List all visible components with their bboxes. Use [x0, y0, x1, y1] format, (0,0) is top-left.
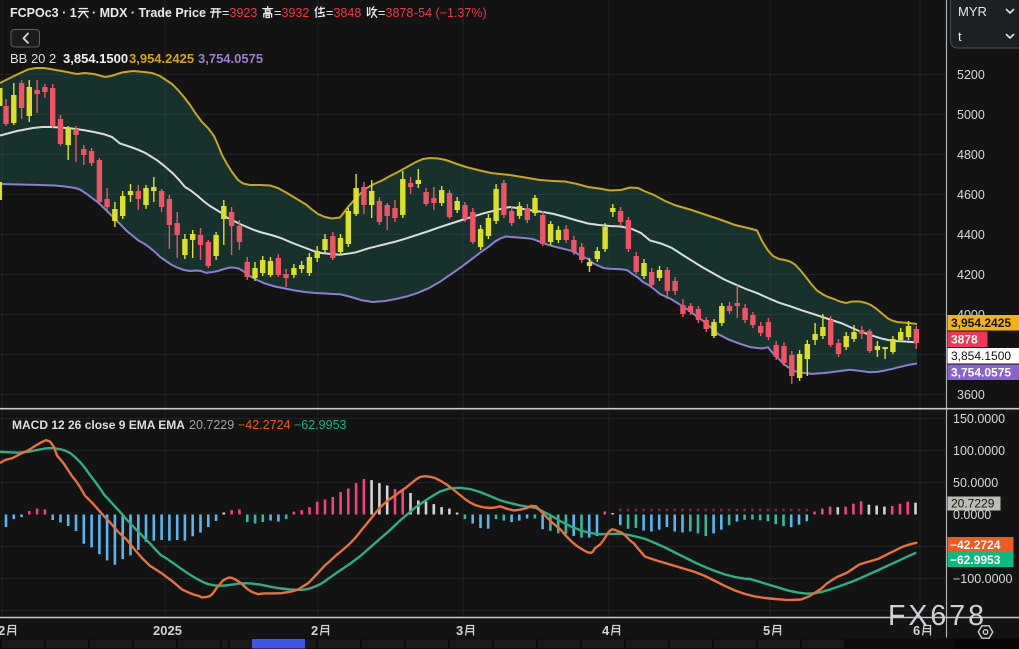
- svg-text:FCPOc3 · 1: FCPOc3 · 1: [10, 6, 77, 20]
- svg-text:150.0000: 150.0000: [953, 412, 1005, 426]
- svg-text:=: =: [222, 6, 229, 20]
- svg-text:4600: 4600: [957, 188, 985, 202]
- svg-text:2: 2: [0, 623, 5, 638]
- svg-text:20.7229: 20.7229: [951, 497, 995, 511]
- svg-text:−42.2724: −42.2724: [238, 418, 291, 432]
- svg-text:20.7229: 20.7229: [189, 418, 234, 432]
- svg-text:3,954.2425: 3,954.2425: [129, 51, 194, 66]
- svg-text:−42.2724: −42.2724: [950, 538, 1001, 552]
- svg-text:FX678: FX678: [888, 600, 987, 632]
- svg-text:3,754.0575: 3,754.0575: [951, 366, 1011, 380]
- svg-text:100.0000: 100.0000: [953, 444, 1005, 458]
- svg-text:3878: 3878: [951, 333, 978, 347]
- svg-text:BB 20 2: BB 20 2: [10, 51, 56, 66]
- svg-text:−100.0000: −100.0000: [953, 572, 1012, 586]
- svg-text:2025: 2025: [153, 623, 182, 638]
- svg-text:-54 (−1.37%): -54 (−1.37%): [414, 6, 487, 20]
- svg-text:3600: 3600: [957, 388, 985, 402]
- svg-text:4400: 4400: [957, 228, 985, 242]
- svg-text:t: t: [958, 29, 962, 44]
- svg-text:−62.9953: −62.9953: [294, 418, 347, 432]
- svg-text:3932: 3932: [282, 6, 310, 20]
- svg-text:=: =: [378, 6, 385, 20]
- svg-text:3,754.0575: 3,754.0575: [198, 51, 263, 66]
- svg-text:MACD 12 26 close 9 EMA EMA: MACD 12 26 close 9 EMA EMA: [12, 418, 185, 432]
- svg-text:3,854.1500: 3,854.1500: [951, 349, 1011, 363]
- svg-text:5: 5: [763, 623, 770, 638]
- svg-text:6: 6: [913, 623, 920, 638]
- svg-text:3: 3: [456, 623, 463, 638]
- svg-text:=: =: [326, 6, 333, 20]
- svg-text:4800: 4800: [957, 148, 985, 162]
- svg-text:3878: 3878: [386, 6, 414, 20]
- svg-text:3,854.1500: 3,854.1500: [63, 51, 128, 66]
- svg-text:3,954.2425: 3,954.2425: [951, 316, 1011, 330]
- svg-text:4: 4: [602, 623, 610, 638]
- svg-text:−62.9953: −62.9953: [950, 553, 1001, 567]
- svg-text:=: =: [274, 6, 281, 20]
- svg-text:3923: 3923: [230, 6, 258, 20]
- svg-text:50.0000: 50.0000: [953, 476, 998, 490]
- svg-text:5000: 5000: [957, 108, 985, 122]
- svg-text:5200: 5200: [957, 68, 985, 82]
- svg-text:· MDX · Trade Price: · MDX · Trade Price: [92, 6, 206, 20]
- svg-text:2: 2: [311, 623, 318, 638]
- svg-text:MYR: MYR: [958, 4, 987, 19]
- svg-text:3848: 3848: [334, 6, 362, 20]
- svg-text:4200: 4200: [957, 268, 985, 282]
